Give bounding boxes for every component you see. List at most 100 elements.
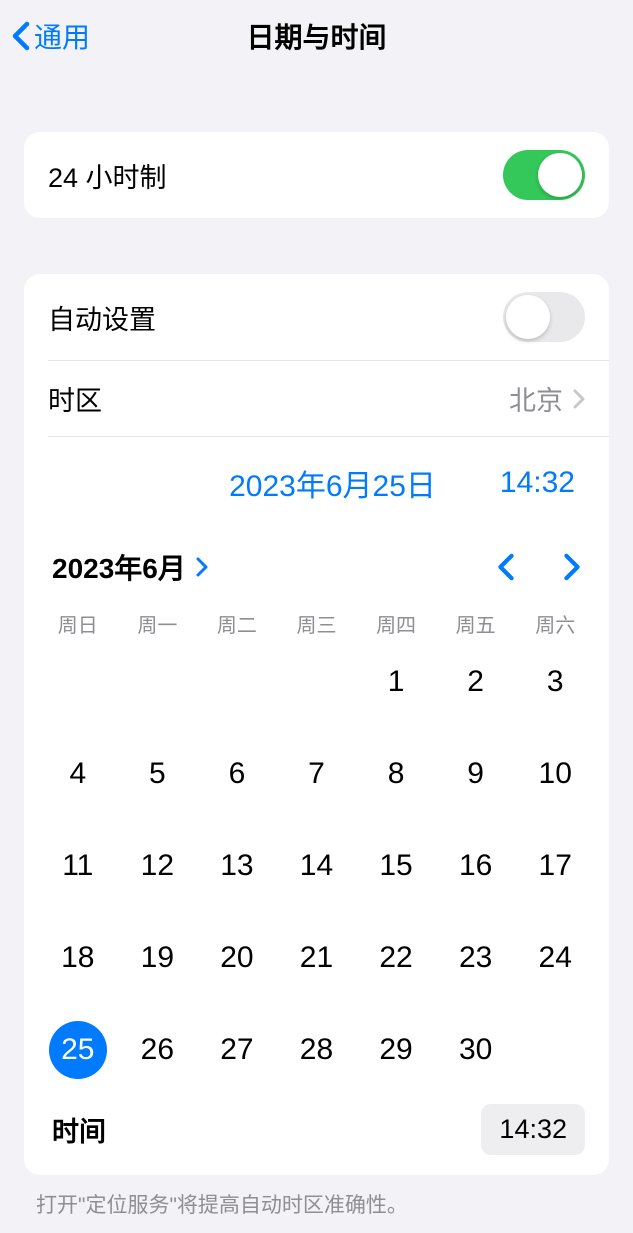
time-label: 时间 (52, 1110, 106, 1149)
day-number: 29 (379, 1033, 412, 1067)
day-number: 18 (61, 941, 94, 975)
day-number: 4 (69, 757, 86, 791)
day-cell[interactable]: 18 (38, 930, 118, 986)
toggle-auto-set[interactable] (503, 292, 585, 342)
toggle-knob (538, 153, 582, 197)
row-time-picker: 时间 14:32 (24, 1094, 609, 1175)
day-cell[interactable]: 23 (436, 930, 516, 986)
footer-note: 打开"定位服务"将提高自动时区准确性。 (0, 1175, 633, 1233)
row-auto-set: 自动设置 (24, 274, 609, 360)
day-cell[interactable]: 21 (277, 930, 357, 986)
day-number: 24 (539, 941, 572, 975)
day-cell[interactable]: 6 (197, 746, 277, 802)
day-cell[interactable]: 4 (38, 746, 118, 802)
day-number: 17 (539, 849, 572, 883)
label-timezone: 时区 (48, 379, 102, 418)
day-cell[interactable]: 10 (515, 746, 595, 802)
day-cell[interactable]: 30 (436, 1022, 516, 1078)
back-label: 通用 (34, 16, 90, 56)
calendar-grid: 1234567891011121314151617181920212223242… (24, 646, 609, 1094)
day-cell[interactable]: 20 (197, 930, 277, 986)
day-number: 30 (459, 1033, 492, 1067)
weekday-label: 周四 (356, 609, 436, 638)
day-cell[interactable]: 27 (197, 1022, 277, 1078)
section-datetime: 自动设置 时区 北京 2023年6月25日 14:32 2023年6月 (24, 274, 609, 1175)
day-cell[interactable]: 14 (277, 838, 357, 894)
day-number: 20 (220, 941, 253, 975)
month-nav-arrows (497, 553, 581, 581)
day-number: 2 (467, 665, 484, 699)
day-cell[interactable]: 1 (356, 654, 436, 710)
day-number: 10 (539, 757, 572, 791)
day-number: 12 (141, 849, 174, 883)
day-number: 26 (141, 1033, 174, 1067)
time-picker[interactable]: 14:32 (481, 1104, 585, 1155)
day-cell[interactable]: 9 (436, 746, 516, 802)
day-number: 6 (229, 757, 246, 791)
day-cell[interactable]: 16 (436, 838, 516, 894)
day-cell[interactable]: 15 (356, 838, 436, 894)
label-24hour: 24 小时制 (48, 156, 167, 195)
month-selector[interactable]: 2023年6月 (52, 547, 208, 587)
back-button[interactable]: 通用 (0, 16, 90, 56)
day-cell[interactable]: 28 (277, 1022, 357, 1078)
section-24hour: 24 小时制 (24, 132, 609, 218)
day-cell-empty (197, 654, 277, 710)
day-cell[interactable]: 17 (515, 838, 595, 894)
day-cell[interactable]: 8 (356, 746, 436, 802)
toggle-knob (506, 295, 550, 339)
day-cell[interactable]: 13 (197, 838, 277, 894)
weekday-label: 周日 (38, 609, 118, 638)
toggle-24hour[interactable] (503, 150, 585, 200)
day-number: 11 (62, 849, 93, 883)
label-auto-set: 自动设置 (48, 298, 156, 337)
day-cell[interactable]: 29 (356, 1022, 436, 1078)
prev-month-button[interactable] (497, 553, 515, 581)
day-cell[interactable]: 3 (515, 654, 595, 710)
day-cell-empty (38, 654, 118, 710)
row-timezone[interactable]: 时区 北京 (24, 361, 609, 436)
day-cell[interactable]: 11 (38, 838, 118, 894)
day-cell[interactable]: 5 (118, 746, 198, 802)
chevron-right-icon (573, 389, 585, 409)
day-cell[interactable]: 7 (277, 746, 357, 802)
day-number: 13 (220, 849, 253, 883)
day-cell[interactable]: 2 (436, 654, 516, 710)
day-number: 22 (379, 941, 412, 975)
day-number: 3 (547, 665, 564, 699)
day-number: 27 (220, 1033, 253, 1067)
day-number: 7 (308, 757, 325, 791)
weekday-label: 周五 (436, 609, 516, 638)
date-display[interactable]: 2023年6月25日 (229, 461, 436, 505)
day-cell-empty (118, 654, 198, 710)
day-number: 14 (300, 849, 333, 883)
day-number: 28 (300, 1033, 333, 1067)
day-number: 23 (459, 941, 492, 975)
day-cell[interactable]: 26 (118, 1022, 198, 1078)
weekday-label: 周二 (197, 609, 277, 638)
day-number: 9 (467, 757, 484, 791)
weekday-header: 周日周一周二周三周四周五周六 (24, 601, 609, 646)
chevron-left-icon (12, 21, 30, 51)
month-label: 2023年6月 (52, 547, 186, 587)
timezone-text: 北京 (509, 379, 563, 418)
day-number: 8 (388, 757, 405, 791)
page-title: 日期与时间 (246, 16, 386, 56)
row-date-time-display: 2023年6月25日 14:32 (24, 437, 609, 523)
day-cell[interactable]: 12 (118, 838, 198, 894)
day-cell[interactable]: 22 (356, 930, 436, 986)
day-cell[interactable]: 19 (118, 930, 198, 986)
value-timezone: 北京 (509, 379, 585, 418)
day-number: 15 (379, 849, 412, 883)
day-cell[interactable]: 24 (515, 930, 595, 986)
day-cell[interactable]: 25 (38, 1022, 118, 1078)
weekday-label: 周一 (118, 609, 198, 638)
time-display[interactable]: 14:32 (500, 466, 575, 500)
month-navigation: 2023年6月 (24, 523, 609, 601)
day-number: 21 (300, 941, 333, 975)
day-number: 19 (141, 941, 174, 975)
weekday-label: 周六 (515, 609, 595, 638)
day-number: 5 (149, 757, 166, 791)
day-number: 1 (388, 665, 405, 699)
next-month-button[interactable] (563, 553, 581, 581)
